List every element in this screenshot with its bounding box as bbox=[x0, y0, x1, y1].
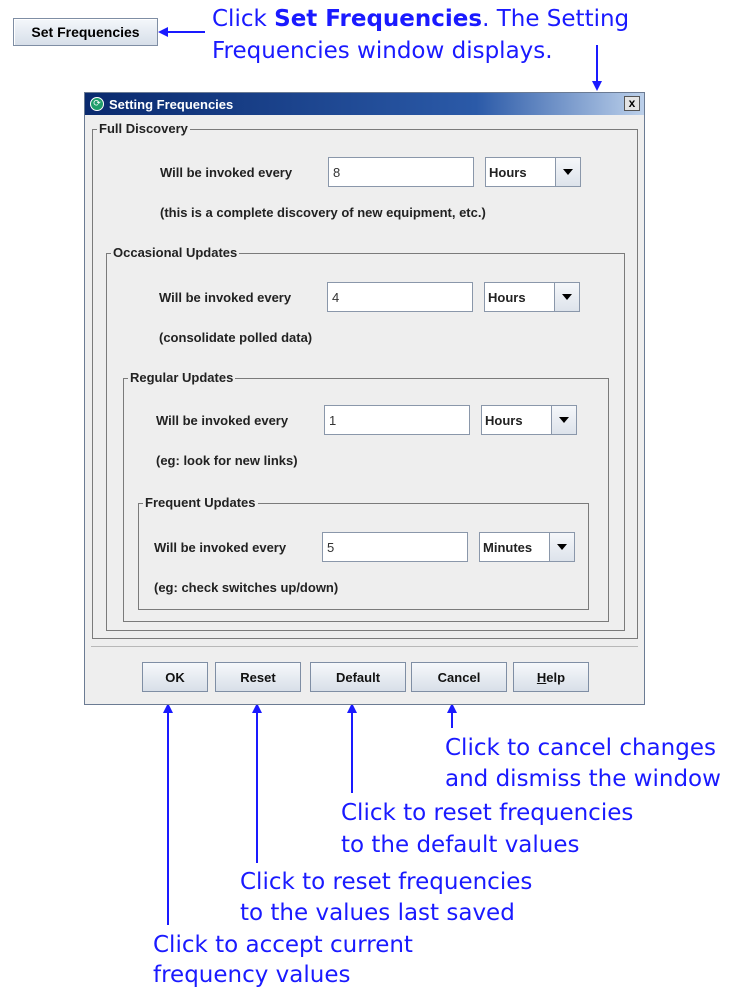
annotation-cancel-line2: and dismiss the window bbox=[445, 766, 721, 792]
annotation-top-suffix: . The Setting bbox=[482, 6, 630, 32]
regular-updates-interval-input[interactable] bbox=[324, 405, 470, 435]
full-discovery-unit-select[interactable]: Hours bbox=[485, 157, 581, 187]
frequent-updates-unit-select[interactable]: Minutes bbox=[479, 532, 575, 562]
default-button[interactable]: Default bbox=[310, 662, 406, 692]
occasional-updates-unit-value: Hours bbox=[485, 283, 555, 311]
frequent-updates-note: (eg: check switches up/down) bbox=[154, 580, 339, 595]
regular-updates-unit-select[interactable]: Hours bbox=[481, 405, 577, 435]
full-discovery-label: Will be invoked every bbox=[160, 165, 293, 180]
regular-updates-label: Will be invoked every bbox=[156, 413, 289, 428]
annotation-top-bold: Set Frequencies bbox=[274, 6, 483, 32]
annotation-reset-line1: Click to reset frequencies bbox=[240, 869, 533, 895]
cancel-button[interactable]: Cancel bbox=[411, 662, 507, 692]
set-frequencies-button[interactable]: Set Frequencies bbox=[13, 18, 158, 46]
chevron-down-icon[interactable] bbox=[550, 533, 574, 561]
app-icon: ⟳ bbox=[90, 97, 104, 111]
annotation-default-line2: to the default values bbox=[341, 832, 580, 858]
group-frequent-updates: Frequent Updates Will be invoked every M… bbox=[138, 495, 589, 610]
full-discovery-unit-value: Hours bbox=[486, 158, 556, 186]
annotation-set-frequencies-line2: Frequencies window displays. bbox=[212, 38, 553, 64]
chevron-down-icon[interactable] bbox=[556, 158, 580, 186]
annotation-ok-line2: frequency values bbox=[153, 962, 351, 988]
annotation-ok-line1: Click to accept current bbox=[153, 932, 413, 958]
annotation-cancel-line1: Click to cancel changes bbox=[445, 735, 716, 761]
group-legend-full-discovery: Full Discovery bbox=[97, 121, 190, 137]
setting-frequencies-dialog: ⟳ Setting Frequencies x Full Discovery W… bbox=[84, 92, 645, 705]
regular-updates-unit-value: Hours bbox=[482, 406, 552, 434]
dialog-titlebar: ⟳ Setting Frequencies x bbox=[85, 93, 644, 115]
group-full-discovery: Full Discovery Will be invoked every Hou… bbox=[92, 121, 638, 639]
help-button[interactable]: Help bbox=[513, 662, 589, 692]
occasional-updates-label: Will be invoked every bbox=[159, 290, 292, 305]
reset-button[interactable]: Reset bbox=[215, 662, 301, 692]
occasional-updates-note: (consolidate polled data) bbox=[159, 330, 313, 345]
group-legend-regular-updates: Regular Updates bbox=[128, 370, 236, 386]
button-separator bbox=[91, 646, 638, 647]
regular-updates-note: (eg: look for new links) bbox=[156, 453, 298, 468]
group-occasional-updates: Occasional Updates Will be invoked every… bbox=[106, 245, 625, 631]
help-label-rest: elp bbox=[546, 669, 566, 685]
full-discovery-note: (this is a complete discovery of new equ… bbox=[160, 205, 486, 220]
help-mnemonic: H bbox=[536, 669, 547, 685]
annotation-default-line1: Click to reset frequencies bbox=[341, 800, 634, 826]
frequent-updates-unit-value: Minutes bbox=[480, 533, 550, 561]
full-discovery-interval-input[interactable] bbox=[328, 157, 474, 187]
occasional-updates-unit-select[interactable]: Hours bbox=[484, 282, 580, 312]
annotation-reset-line2: to the values last saved bbox=[240, 900, 515, 926]
frequent-updates-interval-input[interactable] bbox=[322, 532, 468, 562]
group-legend-occasional-updates: Occasional Updates bbox=[111, 245, 240, 261]
ok-button[interactable]: OK bbox=[142, 662, 208, 692]
group-regular-updates: Regular Updates Will be invoked every Ho… bbox=[123, 370, 609, 622]
chevron-down-icon[interactable] bbox=[555, 283, 579, 311]
annotation-set-frequencies: Click Set Frequencies. The Setting bbox=[212, 3, 629, 35]
frequent-updates-label: Will be invoked every bbox=[154, 540, 287, 555]
dialog-title: Setting Frequencies bbox=[109, 96, 234, 112]
occasional-updates-interval-input[interactable] bbox=[327, 282, 473, 312]
group-legend-frequent-updates: Frequent Updates bbox=[143, 495, 258, 511]
close-button[interactable]: x bbox=[624, 96, 640, 111]
annotation-top-prefix: Click bbox=[212, 6, 267, 32]
chevron-down-icon[interactable] bbox=[552, 406, 576, 434]
